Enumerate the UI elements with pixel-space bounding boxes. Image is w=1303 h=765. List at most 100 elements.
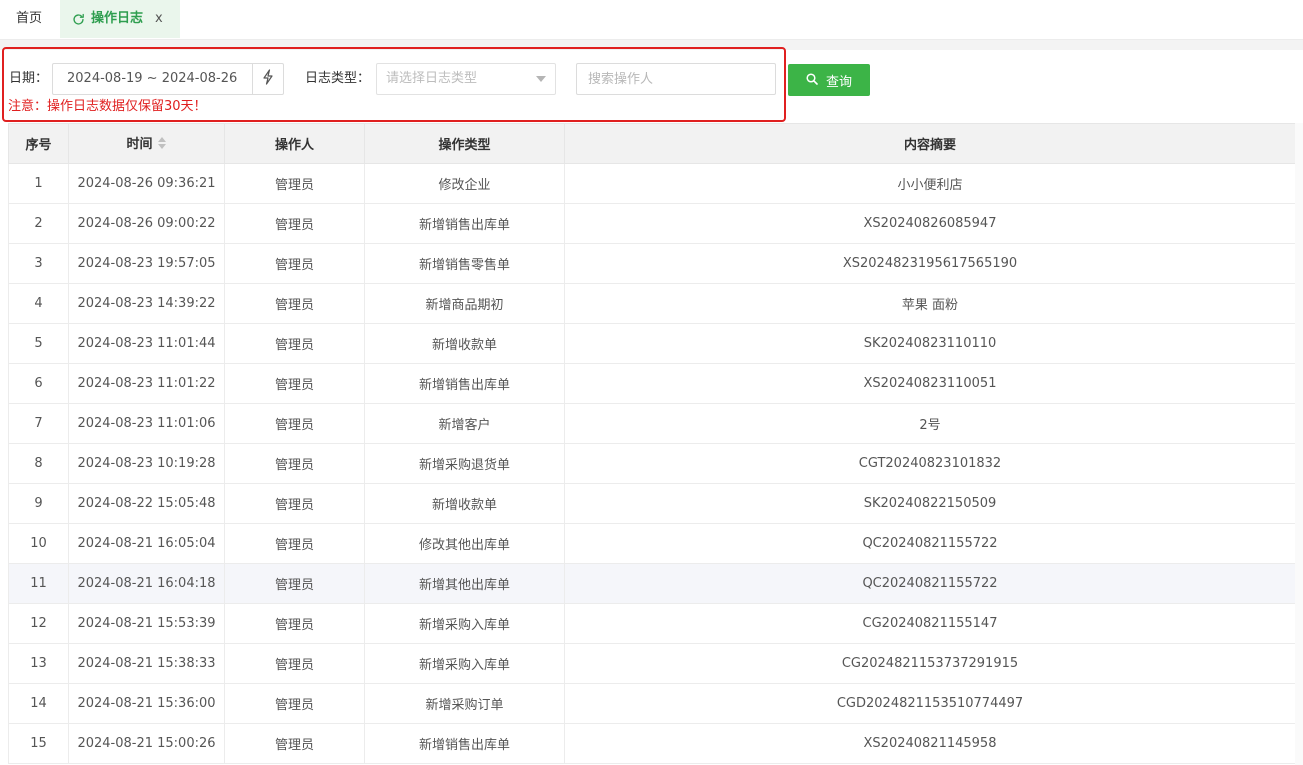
- cell-type: 修改其他出库单: [364, 523, 565, 564]
- cell-summary: CGT20240823101832: [564, 443, 1295, 484]
- table-row[interactable]: 9 2024-08-22 15:05:48 管理员 新增收款单 SK2024082215…: [8, 483, 1295, 524]
- cell-time: 2024-08-21 16:04:18: [68, 563, 225, 604]
- content-divider: [0, 40, 1303, 50]
- operator-search-input[interactable]: [576, 63, 776, 95]
- retention-notice: 注意：操作日志数据仅保留30天！: [8, 99, 207, 114]
- cell-summary: 苹果 面粉: [564, 283, 1295, 324]
- lightning-icon: [261, 69, 275, 89]
- tab-operation-log-label: 操作日志: [91, 11, 144, 26]
- cell-type: 新增销售出库单: [364, 203, 565, 244]
- cell-operator: 管理员: [224, 683, 365, 724]
- cell-index: 10: [8, 523, 69, 564]
- cell-summary: 2号: [564, 403, 1295, 444]
- cell-type: 新增销售零售单: [364, 243, 565, 284]
- table-row[interactable]: 15 2024-08-21 15:00:26 管理员 新增销售出库单 XS2024082…: [8, 723, 1295, 764]
- cell-index: 6: [8, 363, 69, 404]
- log-table-container: 序号 时间 操作人 操作类型 内容摘要 1 2024-08-26 09:36:21…: [8, 123, 1295, 765]
- search-icon: [806, 72, 818, 88]
- date-range-input[interactable]: 2024-08-19 ~ 2024-08-26: [52, 63, 253, 95]
- tab-bar: 首页 操作日志 x: [0, 0, 1303, 40]
- cell-summary: CG20240821155147: [564, 603, 1295, 644]
- header-index: 序号: [8, 123, 69, 164]
- cell-index: 8: [8, 443, 69, 484]
- chevron-down-icon: [536, 76, 546, 82]
- cell-type: 新增销售出库单: [364, 363, 565, 404]
- cell-time: 2024-08-21 15:53:39: [68, 603, 225, 644]
- cell-type: 新增采购退货单: [364, 443, 565, 484]
- cell-time: 2024-08-23 11:01:44: [68, 323, 225, 364]
- header-summary: 内容摘要: [564, 123, 1295, 164]
- cell-summary: CGD2024821153510774497: [564, 683, 1295, 724]
- log-type-select[interactable]: 请选择日志类型: [376, 63, 556, 95]
- table-row[interactable]: 11 2024-08-21 16:04:18 管理员 新增其他出库单 QC2024082…: [8, 563, 1295, 604]
- close-icon[interactable]: x: [155, 0, 163, 38]
- cell-summary: SK20240823110110: [564, 323, 1295, 364]
- table-row[interactable]: 6 2024-08-23 11:01:22 管理员 新增销售出库单 XS20240823…: [8, 363, 1295, 404]
- tab-operation-log[interactable]: 操作日志 x: [60, 0, 180, 38]
- cell-index: 9: [8, 483, 69, 524]
- cell-operator: 管理员: [224, 323, 365, 364]
- cell-summary: CG2024821153737291915: [564, 643, 1295, 684]
- table-row[interactable]: 14 2024-08-21 15:36:00 管理员 新增采购订单 CGD2024821…: [8, 683, 1295, 724]
- cell-summary: XS20240823110051: [564, 363, 1295, 404]
- table-row[interactable]: 1 2024-08-26 09:36:21 管理员 修改企业 小小便利店: [8, 163, 1295, 204]
- cell-operator: 管理员: [224, 523, 365, 564]
- refresh-icon[interactable]: [72, 13, 85, 26]
- table-row[interactable]: 5 2024-08-23 11:01:44 管理员 新增收款单 SK2024082311…: [8, 323, 1295, 364]
- cell-type: 新增商品期初: [364, 283, 565, 324]
- cell-operator: 管理员: [224, 563, 365, 604]
- cell-type: 新增采购入库单: [364, 643, 565, 684]
- cell-time: 2024-08-21 15:36:00: [68, 683, 225, 724]
- cell-operator: 管理员: [224, 603, 365, 644]
- header-time[interactable]: 时间: [68, 123, 225, 164]
- cell-type: 新增采购入库单: [364, 603, 565, 644]
- table-header-row: 序号 时间 操作人 操作类型 内容摘要: [8, 123, 1295, 164]
- cell-index: 14: [8, 683, 69, 724]
- cell-type: 新增收款单: [364, 323, 565, 364]
- log-table-body: 1 2024-08-26 09:36:21 管理员 修改企业 小小便利店 2 2024-08…: [8, 163, 1295, 764]
- table-row[interactable]: 10 2024-08-21 16:05:04 管理员 修改其他出库单 QC2024082…: [8, 523, 1295, 564]
- cell-time: 2024-08-21 15:00:26: [68, 723, 225, 764]
- scrollbar[interactable]: [1295, 123, 1303, 765]
- cell-summary: QC20240821155722: [564, 563, 1295, 604]
- cell-index: 3: [8, 243, 69, 284]
- cell-summary: 小小便利店: [564, 163, 1295, 204]
- cell-operator: 管理员: [224, 483, 365, 524]
- table-row[interactable]: 13 2024-08-21 15:38:33 管理员 新增采购入库单 CG2024821…: [8, 643, 1295, 684]
- header-time-label: 时间: [126, 137, 153, 153]
- table-row[interactable]: 3 2024-08-23 19:57:05 管理员 新增销售零售单 XS20248231…: [8, 243, 1295, 284]
- cell-type: 新增销售出库单: [364, 723, 565, 764]
- table-row[interactable]: 2 2024-08-26 09:00:22 管理员 新增销售出库单 XS20240826…: [8, 203, 1295, 244]
- cell-index: 11: [8, 563, 69, 604]
- log-type-placeholder: 请选择日志类型: [386, 71, 478, 86]
- sort-icon[interactable]: [157, 136, 167, 154]
- cell-index: 15: [8, 723, 69, 764]
- cell-operator: 管理员: [224, 443, 365, 484]
- cell-time: 2024-08-23 11:01:06: [68, 403, 225, 444]
- cell-operator: 管理员: [224, 403, 365, 444]
- cell-type: 新增收款单: [364, 483, 565, 524]
- header-type: 操作类型: [364, 123, 565, 164]
- table-row[interactable]: 12 2024-08-21 15:53:39 管理员 新增采购入库单 CG2024082…: [8, 603, 1295, 644]
- cell-index: 1: [8, 163, 69, 204]
- cell-index: 13: [8, 643, 69, 684]
- quick-date-button[interactable]: [252, 63, 284, 95]
- cell-time: 2024-08-21 16:05:04: [68, 523, 225, 564]
- cell-index: 4: [8, 283, 69, 324]
- cell-operator: 管理员: [224, 363, 365, 404]
- tab-home[interactable]: 首页: [0, 0, 58, 38]
- cell-time: 2024-08-23 11:01:22: [68, 363, 225, 404]
- cell-time: 2024-08-26 09:00:22: [68, 203, 225, 244]
- table-row[interactable]: 8 2024-08-23 10:19:28 管理员 新增采购退货单 CGT2024082…: [8, 443, 1295, 484]
- query-button[interactable]: 查询: [788, 64, 870, 96]
- log-table: 序号 时间 操作人 操作类型 内容摘要 1 2024-08-26 09:36:21…: [8, 123, 1295, 764]
- cell-index: 7: [8, 403, 69, 444]
- cell-index: 2: [8, 203, 69, 244]
- cell-summary: XS20240826085947: [564, 203, 1295, 244]
- cell-type: 新增采购订单: [364, 683, 565, 724]
- cell-summary: XS2024823195617565190: [564, 243, 1295, 284]
- cell-operator: 管理员: [224, 163, 365, 204]
- table-row[interactable]: 7 2024-08-23 11:01:06 管理员 新增客户 2号: [8, 403, 1295, 444]
- cell-time: 2024-08-23 14:39:22: [68, 283, 225, 324]
- table-row[interactable]: 4 2024-08-23 14:39:22 管理员 新增商品期初 苹果 面粉: [8, 283, 1295, 324]
